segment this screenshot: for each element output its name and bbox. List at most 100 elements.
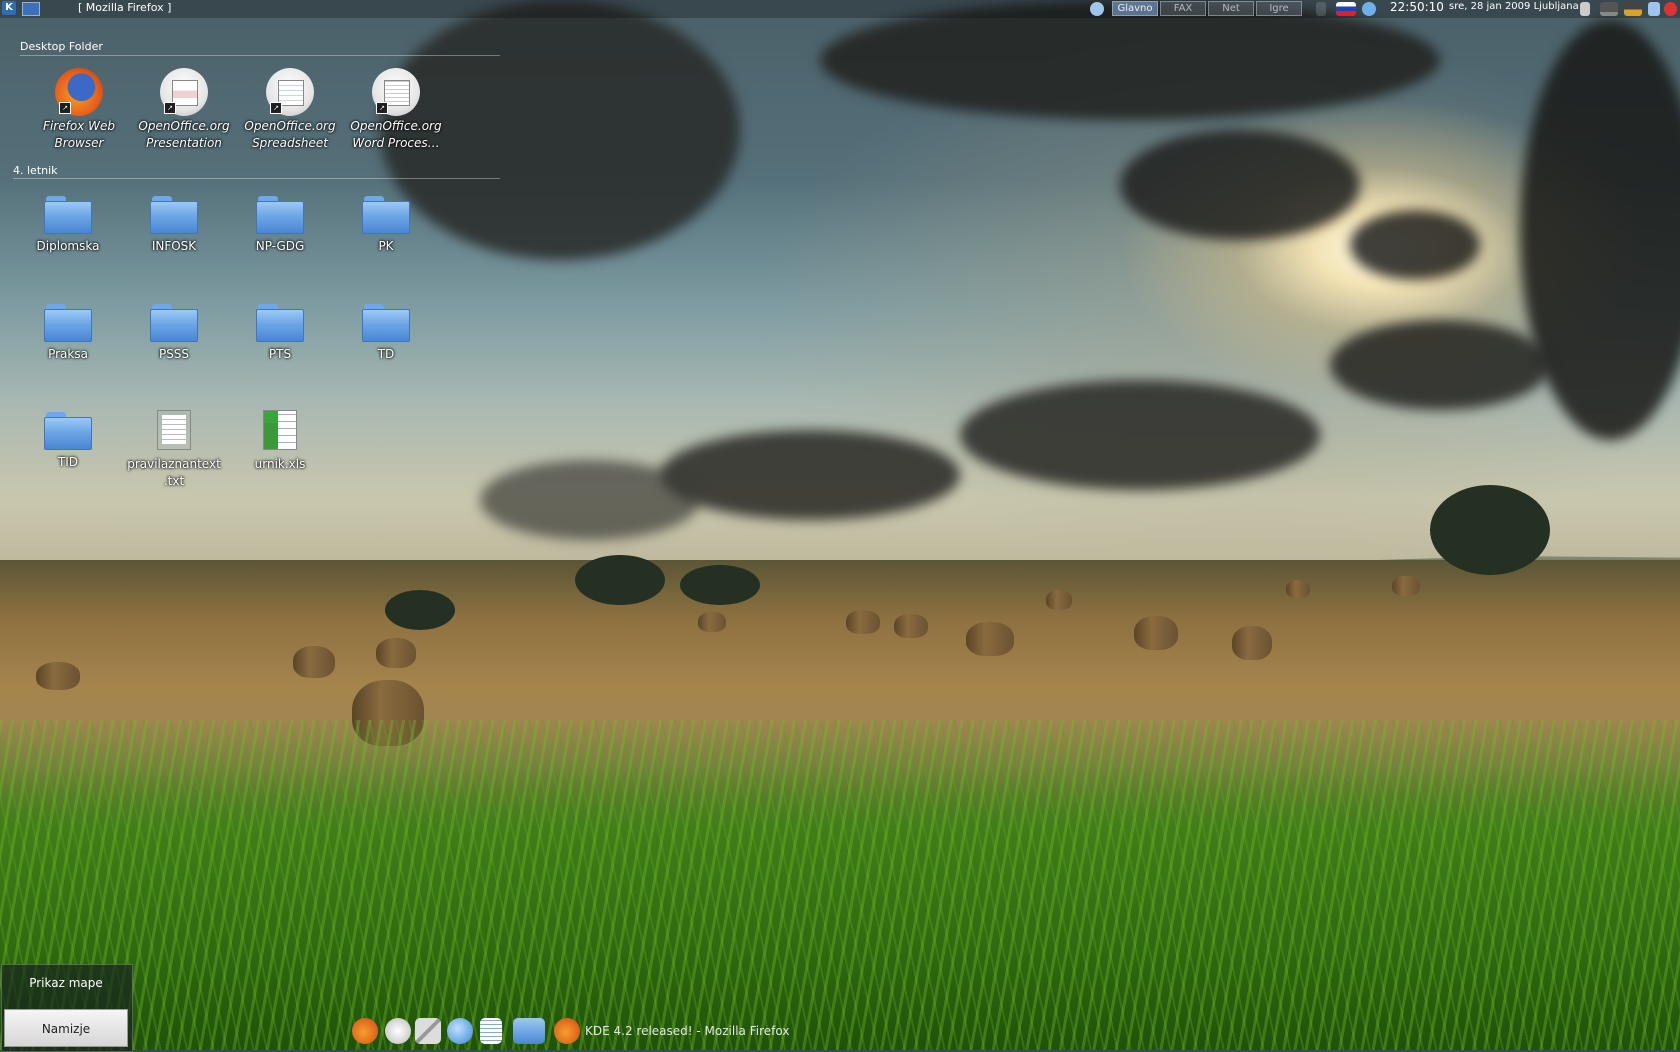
desktop-wallpaper [0,0,1680,1050]
folder-icon [44,304,92,342]
file-pravilaznantext-txt[interactable]: pravilaznantext .txt [124,410,224,490]
desktop-icon-oo-writer[interactable]: ↗ OpenOffice.org Word Proces… [346,68,446,152]
icon-label: OpenOffice.org [350,119,442,133]
folder-diplomska[interactable]: Diplomska [18,196,118,255]
file-urnik-xls[interactable]: urnik.xls [230,410,330,473]
home-folder-icon[interactable] [513,1018,545,1044]
hay-bale [846,610,880,634]
wallpaper-grass [0,720,1680,1050]
hay-bale [966,622,1014,656]
wallpaper-cloud [660,430,960,520]
firefox-icon: ↗ [55,68,103,116]
virtual-desktop-pager[interactable]: Glavno FAX Net Igre [1112,1,1302,16]
firefox-launcher-icon[interactable] [352,1018,378,1044]
group-divider [13,178,500,179]
pager-desktop-igre[interactable]: Igre [1256,1,1302,16]
hay-bale [1134,616,1178,650]
icon-label: urnik.xls [254,457,306,471]
wallpaper-cloud [1120,130,1360,240]
desktop-icon-oo-presentation[interactable]: ↗ OpenOffice.org Presentation [134,68,234,152]
pager-desktop-net[interactable]: Net [1208,1,1254,16]
hay-bale [1286,580,1310,598]
folder-icon [362,304,410,342]
desktop-icon-firefox[interactable]: ↗ Firefox Web Browser [29,68,129,152]
icon-label: Firefox Web [43,119,115,133]
hay-bale [1046,590,1072,610]
folder-np-gdg[interactable]: NP-GDG [230,196,330,255]
pager-desktop-fax[interactable]: FAX [1160,1,1206,16]
show-folder-button[interactable]: Prikaz mape [4,964,128,1002]
notification-icon[interactable] [1090,2,1104,16]
folder-icon [150,196,198,234]
folder-infosk[interactable]: INFOSK [124,196,224,255]
date-location[interactable]: sre, 28 jan 2009 Ljubljana [1449,1,1579,12]
icon-label: PSSS [158,347,190,361]
icon-label: Diplomska [36,239,100,253]
icon-label: OpenOffice.org [244,119,336,133]
battery-icon[interactable] [1624,2,1642,16]
hay-bale [36,662,80,690]
shutdown-icon[interactable] [1664,2,1677,16]
hay-bale [894,614,928,638]
impress-icon: ↗ [160,68,208,116]
desktop-icon-oo-spreadsheet[interactable]: ↗ OpenOffice.org Spreadsheet [240,68,340,152]
wallpaper-cloud [1330,320,1550,410]
hay-bale [1392,576,1420,596]
text-file-icon [157,410,191,450]
hay-bale [698,612,726,632]
hay-bale [1232,626,1272,660]
kde-menu-icon[interactable]: K [2,1,16,15]
icon-label: Browser [54,136,104,150]
icon-label: Spreadsheet [252,136,328,150]
lock-screen-icon[interactable] [1648,2,1660,16]
browser-launcher-icon[interactable] [447,1018,473,1044]
pager-desktop-glavno[interactable]: Glavno [1112,1,1158,16]
icon-label: Word Proces… [352,136,440,150]
folder-icon [44,412,92,450]
icon-label: .txt [163,474,185,488]
icon-label: Praksa [48,347,88,361]
icon-label: OpenOffice.org [138,119,230,133]
folder-icon [150,304,198,342]
system-settings-icon[interactable] [415,1018,441,1044]
icon-label: TD [377,347,395,361]
keyboard-layout-flag-icon[interactable] [1336,2,1356,16]
folder-icon [44,196,92,234]
icon-label: pravilaznantext [127,457,221,471]
system-monitor-icon[interactable] [1600,2,1618,16]
trash-icon[interactable] [1580,2,1590,16]
folder-view-divider [20,55,500,56]
icon-label: NP-GDG [255,239,305,253]
folder-psss[interactable]: PSSS [124,304,224,363]
folder-pts[interactable]: PTS [230,304,330,363]
show-desktop-icon[interactable] [22,2,40,16]
top-panel: K [ Mozilla Firefox ] Glavno FAX Net Igr… [0,0,1680,18]
firefox-task-icon[interactable] [554,1018,580,1044]
hay-bale [376,638,416,668]
wallpaper-tree [385,590,455,630]
folder-tid[interactable]: TID [18,412,118,471]
icon-label: TID [57,455,79,469]
shortcut-arrow-icon: ↗ [376,102,388,114]
shortcut-arrow-icon: ↗ [59,102,71,114]
tray-expander-icon[interactable] [1316,2,1326,16]
wallpaper-tree [1430,485,1550,575]
wallpaper-cloud [480,460,700,540]
folder-praksa[interactable]: Praksa [18,304,118,363]
folder-view-title: Desktop Folder [20,40,103,53]
wallpaper-cloud [960,380,1320,490]
icon-label: PK [378,239,394,253]
spreadsheet-file-icon [263,410,297,450]
clock[interactable]: 22:50:10 [1390,0,1444,14]
network-icon[interactable] [1362,2,1376,16]
desktop-button[interactable]: Namizje [4,1009,128,1047]
folder-pk[interactable]: PK [336,196,436,255]
folder-td[interactable]: TD [336,304,436,363]
hay-bale [293,646,335,678]
icon-label: PTS [268,347,292,361]
document-launcher-icon[interactable] [480,1018,502,1044]
taskbar-task-firefox[interactable]: KDE 4.2 released! - Mozilla Firefox [585,1024,789,1038]
wallpaper-tree [575,555,665,605]
openoffice-launcher-icon[interactable] [385,1018,411,1044]
icon-label: INFOSK [151,239,197,253]
